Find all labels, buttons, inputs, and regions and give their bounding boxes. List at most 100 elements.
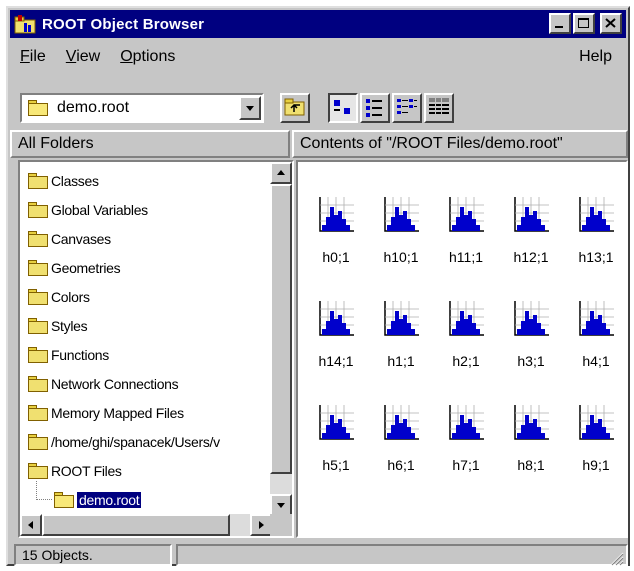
folder-tree-item[interactable]: Functions bbox=[28, 343, 109, 367]
scroll-right-button[interactable] bbox=[250, 514, 272, 536]
folder-open-icon bbox=[28, 100, 48, 116]
histogram-icon bbox=[319, 405, 354, 440]
histogram-object-label: h6;1 bbox=[387, 457, 415, 473]
tree-vertical-scrollbar[interactable] bbox=[270, 162, 292, 516]
folder-icon bbox=[28, 202, 48, 218]
folder-tree-item-label: Classes bbox=[51, 173, 99, 189]
list-view-button[interactable] bbox=[392, 93, 422, 123]
histogram-object[interactable]: h12;1 bbox=[499, 195, 563, 273]
histogram-icon bbox=[449, 197, 484, 232]
folder-tree-item-label: Network Connections bbox=[51, 376, 179, 392]
histogram-object-label: h14;1 bbox=[318, 353, 354, 369]
details-view-icon bbox=[429, 98, 449, 115]
folder-tree-item[interactable]: Global Variables bbox=[28, 198, 148, 222]
folder-tree-item[interactable]: Colors bbox=[28, 285, 90, 309]
tree-hscroll-thumb[interactable] bbox=[42, 514, 230, 536]
small-icons-button[interactable] bbox=[360, 93, 390, 123]
histogram-object-label: h10;1 bbox=[383, 249, 419, 265]
folder-tree-item[interactable]: Classes bbox=[28, 169, 99, 193]
folder-icon bbox=[28, 434, 48, 450]
large-icons-view-icon bbox=[334, 100, 350, 114]
scroll-up-button[interactable] bbox=[270, 162, 292, 184]
menu-view[interactable]: View bbox=[56, 48, 110, 66]
histogram-object-label: h7;1 bbox=[452, 457, 480, 473]
location-value: demo.root bbox=[57, 99, 130, 116]
up-level-button[interactable] bbox=[280, 93, 310, 123]
histogram-icon bbox=[319, 301, 354, 336]
histogram-object[interactable]: h11;1 bbox=[434, 195, 498, 273]
folder-tree-item-label: Colors bbox=[51, 289, 90, 305]
histogram-object[interactable]: h2;1 bbox=[434, 299, 498, 377]
status-message bbox=[176, 544, 628, 566]
histogram-object[interactable]: h7;1 bbox=[434, 403, 498, 481]
large-icons-button[interactable] bbox=[328, 93, 358, 123]
histogram-icon bbox=[579, 197, 614, 232]
folder-tree-item[interactable]: Memory Mapped Files bbox=[28, 401, 184, 425]
arrow-left-icon bbox=[28, 521, 33, 529]
maximize-button[interactable] bbox=[573, 13, 595, 34]
contents-view[interactable]: h0;1 h10;1 h11;1 h12;1 h13;1 h14;1 h1;1 h2;1 h3;… bbox=[296, 160, 628, 538]
details-view-button[interactable] bbox=[424, 93, 454, 123]
histogram-icon bbox=[514, 197, 549, 232]
histogram-icon bbox=[384, 405, 419, 440]
object-browser-window: ROOT Object Browser File View Options He… bbox=[6, 6, 630, 566]
histogram-object[interactable]: h3;1 bbox=[499, 299, 563, 377]
contents-pane-header: Contents of "/ROOT Files/demo.root" bbox=[292, 130, 628, 158]
histogram-object-label: h3;1 bbox=[517, 353, 545, 369]
histogram-object[interactable]: h1;1 bbox=[369, 299, 433, 377]
folder-tree[interactable]: Classes Global Variables Canvases Geometrie… bbox=[18, 160, 294, 538]
tree-vscroll-thumb[interactable] bbox=[270, 184, 292, 474]
menu-file[interactable]: File bbox=[10, 48, 56, 66]
folder-tree-item[interactable]: Geometries bbox=[28, 256, 121, 280]
histogram-object[interactable]: h14;1 bbox=[304, 299, 368, 377]
folder-tree-item-label: Memory Mapped Files bbox=[51, 405, 184, 421]
histogram-object-label: h5;1 bbox=[322, 457, 350, 473]
menu-help[interactable]: Help bbox=[569, 48, 622, 66]
folder-tree-item[interactable]: Styles bbox=[28, 314, 88, 338]
folder-icon bbox=[28, 347, 48, 363]
folder-tree-item[interactable]: /home/ghi/spanacek/Users/v bbox=[28, 430, 220, 454]
folder-icon bbox=[28, 318, 48, 334]
histogram-icon bbox=[319, 197, 354, 232]
folder-tree-item-label: demo.root bbox=[75, 491, 143, 509]
scroll-left-button[interactable] bbox=[20, 514, 42, 536]
status-bar: 15 Objects. bbox=[10, 542, 628, 566]
folder-icon bbox=[28, 376, 48, 392]
histogram-object-label: h0;1 bbox=[322, 249, 350, 265]
title-bar[interactable]: ROOT Object Browser bbox=[10, 10, 626, 38]
histogram-object[interactable]: h13;1 bbox=[564, 195, 626, 273]
tree-horizontal-scrollbar[interactable] bbox=[20, 514, 272, 536]
folder-icon bbox=[28, 405, 48, 421]
chevron-down-icon bbox=[246, 106, 254, 111]
folder-tree-item[interactable]: ROOT Files bbox=[28, 459, 122, 483]
histogram-icon bbox=[384, 197, 419, 232]
menu-options[interactable]: Options bbox=[110, 48, 185, 66]
scrollbar-corner bbox=[270, 514, 292, 536]
location-combobox[interactable]: demo.root bbox=[20, 93, 264, 123]
folder-tree-item-label: Functions bbox=[51, 347, 109, 363]
combobox-dropdown-button[interactable] bbox=[239, 96, 261, 120]
minimize-button[interactable] bbox=[549, 13, 571, 34]
folder-tree-item[interactable]: Network Connections bbox=[28, 372, 179, 396]
histogram-object[interactable]: h6;1 bbox=[369, 403, 433, 481]
arrow-down-icon bbox=[277, 503, 285, 508]
resize-grip-icon[interactable] bbox=[608, 550, 624, 566]
scroll-down-button[interactable] bbox=[270, 494, 292, 516]
arrow-right-icon bbox=[259, 521, 264, 529]
histogram-object[interactable]: h8;1 bbox=[499, 403, 563, 481]
close-button[interactable] bbox=[600, 13, 622, 34]
histogram-object[interactable]: h0;1 bbox=[304, 195, 368, 273]
window-title: ROOT Object Browser bbox=[42, 15, 205, 33]
histogram-icon bbox=[514, 301, 549, 336]
up-one-level-icon bbox=[284, 98, 305, 116]
histogram-object[interactable]: h10;1 bbox=[369, 195, 433, 273]
histogram-object-label: h13;1 bbox=[578, 249, 614, 265]
histogram-object[interactable]: h5;1 bbox=[304, 403, 368, 481]
histogram-icon bbox=[449, 405, 484, 440]
histogram-object[interactable]: h4;1 bbox=[564, 299, 626, 377]
folder-tree-item[interactable]: demo.root bbox=[54, 488, 143, 512]
minimize-icon bbox=[555, 26, 563, 28]
histogram-object[interactable]: h9;1 bbox=[564, 403, 626, 481]
folder-tree-item[interactable]: Canvases bbox=[28, 227, 111, 251]
menu-bar: File View Options Help bbox=[10, 42, 626, 72]
